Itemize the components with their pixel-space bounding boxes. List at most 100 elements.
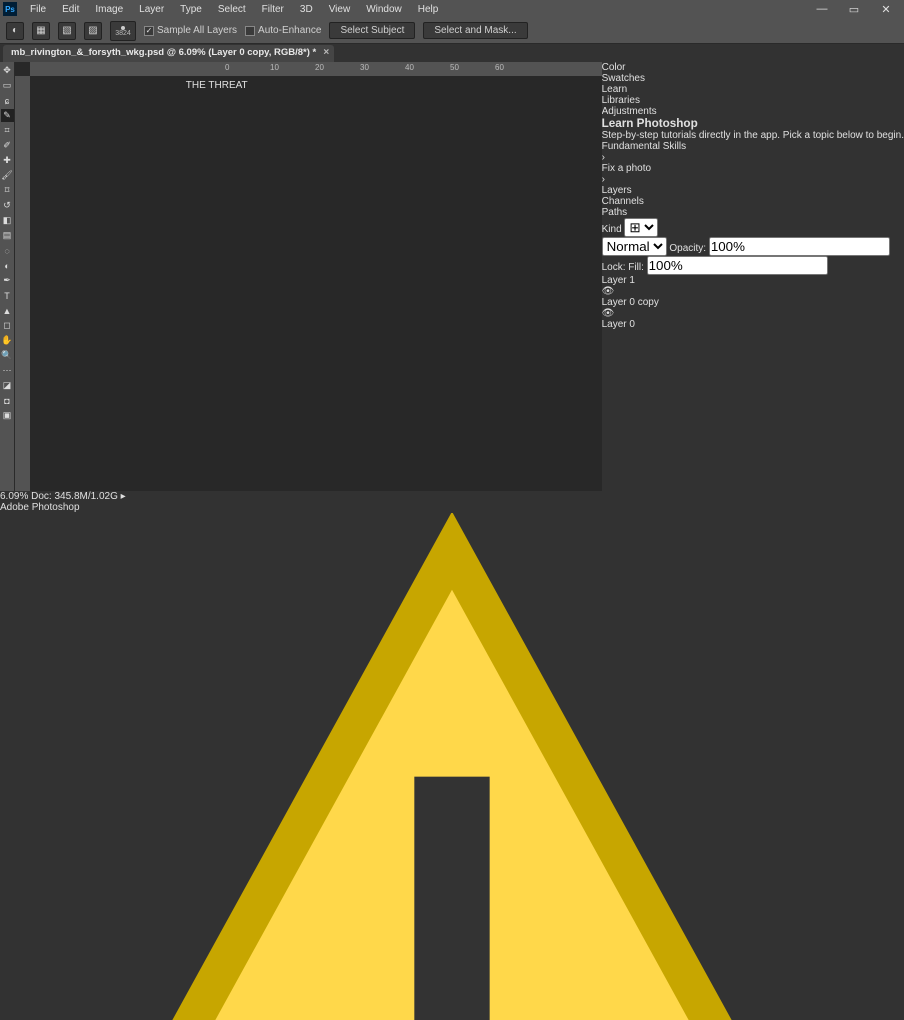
close-document-icon[interactable]: × (323, 47, 329, 58)
visibility-toggle-icon[interactable]: 👁 (602, 286, 904, 297)
select-and-mask-button[interactable]: Select and Mask... (423, 22, 527, 39)
lesson-title: Fundamental Skills (602, 141, 904, 152)
window-close-btn[interactable]: ✕ (871, 3, 901, 16)
ruler-tick: 40 (405, 63, 414, 72)
type-tool-icon[interactable]: T (1, 289, 14, 302)
tab-layers[interactable]: Layers (602, 185, 904, 196)
menu-edit[interactable]: Edit (55, 2, 86, 17)
zoom-readout[interactable]: 6.09% (0, 491, 28, 502)
tab-channels[interactable]: Channels (602, 196, 904, 207)
window-restore-btn[interactable]: ▭ (839, 3, 869, 16)
foreground-background-swatch-icon[interactable]: ◪ (1, 379, 14, 392)
visibility-toggle-icon[interactable]: 👁 (602, 308, 904, 319)
ruler-tick: 30 (360, 63, 369, 72)
layer-row[interactable]: 👁 Layer 0 copy (602, 286, 904, 308)
history-brush-tool-icon[interactable]: ↺ (1, 199, 14, 212)
brush-preset-picker[interactable]: 3824 (110, 21, 136, 41)
status-bar: 6.09% Doc: 345.8M/1.02G ▸ (0, 491, 904, 502)
opacity-label: Opacity: (669, 243, 706, 254)
path-select-tool-icon[interactable]: ▲ (1, 304, 14, 317)
rectangle-tool-icon[interactable]: ◻ (1, 319, 14, 332)
eyedropper-tool-icon[interactable]: ✐ (1, 139, 14, 152)
selection-add-icon[interactable]: ▧ (58, 22, 76, 40)
brush-tool-icon[interactable]: 🖌 (1, 169, 14, 182)
document-canvas[interactable]: THE THREAT (186, 80, 446, 484)
window-minimize-btn[interactable]: — (807, 3, 837, 15)
blur-tool-icon[interactable]: ◌ (1, 244, 14, 257)
canvas-scrollview[interactable]: THE THREAT (30, 76, 602, 491)
lesson-fundamental-skills[interactable]: Fundamental Skills › (602, 141, 904, 163)
menu-window[interactable]: Window (359, 2, 409, 17)
blend-mode-select[interactable]: Normal (602, 237, 667, 256)
ruler-tick: 20 (315, 63, 324, 72)
image-text: THE THREAT (186, 80, 446, 91)
ruler-tick: 0 (225, 63, 229, 72)
canvas-area[interactable]: 0 10 20 30 40 50 60 THE THREAT (15, 62, 602, 491)
hand-tool-icon[interactable]: ✋ (1, 334, 14, 347)
dodge-tool-icon[interactable]: ◐ (1, 259, 14, 272)
pen-tool-icon[interactable]: ✒ (1, 274, 14, 287)
edit-toolbar-icon[interactable]: ⋯ (1, 364, 14, 377)
menu-image[interactable]: Image (88, 2, 130, 17)
filter-kind-select[interactable]: ⊞ (624, 218, 658, 237)
toolbox: ✥ ▭ ɕ ✎ ⌗ ✐ ✚ 🖌 ⌑ ↺ ◧ ▤ ◌ ◐ ✒ T ▲ ◻ ✋ 🔍 … (0, 62, 15, 491)
selection-subtract-icon[interactable]: ▨ (84, 22, 102, 40)
menu-file[interactable]: File (23, 2, 53, 17)
tab-adjustments[interactable]: Adjustments (602, 106, 904, 117)
menu-type[interactable]: Type (173, 2, 209, 17)
menu-3d[interactable]: 3D (293, 2, 320, 17)
layer-list: Layer 1 👁 Layer 0 copy 👁 Layer 0 (602, 275, 904, 330)
layer-row[interactable]: Layer 1 (602, 275, 904, 286)
lesson-fix-a-photo[interactable]: Fix a photo › (602, 163, 904, 185)
fill-input[interactable] (647, 256, 828, 275)
learn-heading: Learn Photoshop (602, 117, 904, 130)
layer-name: Layer 1 (602, 275, 904, 286)
menu-view[interactable]: View (322, 2, 358, 17)
chevron-right-icon: › (602, 174, 904, 185)
tab-libraries[interactable]: Libraries (602, 95, 904, 106)
ruler-tick: 60 (495, 63, 504, 72)
auto-enhance-checkbox[interactable]: Auto-Enhance (245, 25, 321, 36)
active-tool-thumb[interactable]: ◐ (6, 22, 24, 40)
auto-enhance-label: Auto-Enhance (258, 25, 321, 36)
learn-panel: Learn Libraries Adjustments Learn Photos… (602, 84, 904, 185)
move-tool-icon[interactable]: ✥ (1, 64, 14, 77)
healing-brush-tool-icon[interactable]: ✚ (1, 154, 14, 167)
tab-paths[interactable]: Paths (602, 207, 904, 218)
layer-name: Layer 0 (602, 319, 904, 330)
tab-color[interactable]: Color (602, 62, 904, 73)
quick-mask-icon[interactable]: ◘ (1, 394, 14, 407)
gradient-tool-icon[interactable]: ▤ (1, 229, 14, 242)
zoom-tool-icon[interactable]: 🔍 (1, 349, 14, 362)
eraser-tool-icon[interactable]: ◧ (1, 214, 14, 227)
selection-new-icon[interactable]: ▦ (32, 22, 50, 40)
layer-row[interactable]: 👁 Layer 0 (602, 308, 904, 330)
tab-swatches[interactable]: Swatches (602, 73, 904, 84)
learn-subtext: Step-by-step tutorials directly in the a… (602, 130, 904, 141)
document-tab[interactable]: mb_rivington_&_forsyth_wkg.psd @ 6.09% (… (3, 45, 334, 62)
lasso-tool-icon[interactable]: ɕ (1, 94, 14, 107)
document-tab-title: mb_rivington_&_forsyth_wkg.psd @ 6.09% (… (11, 47, 316, 58)
sample-all-layers-label: Sample All Layers (157, 25, 237, 36)
opacity-input[interactable] (709, 237, 890, 256)
screen-mode-icon[interactable]: ▣ (1, 409, 14, 422)
panels-column: Color Swatches Learn Libraries Adjustmen… (602, 62, 904, 491)
marquee-tool-icon[interactable]: ▭ (1, 79, 14, 92)
ruler-tick: 50 (450, 63, 459, 72)
sample-all-layers-checkbox[interactable]: Sample All Layers (144, 25, 237, 36)
chevron-right-icon: › (602, 152, 904, 163)
select-subject-button[interactable]: Select Subject (329, 22, 415, 39)
crop-tool-icon[interactable]: ⌗ (1, 124, 14, 137)
doc-info-readout: Doc: 345.8M/1.02G (31, 491, 118, 502)
checkbox-icon (144, 26, 154, 36)
menu-help[interactable]: Help (411, 2, 446, 17)
quick-select-tool-icon[interactable]: ✎ (1, 109, 14, 122)
tab-learn[interactable]: Learn (602, 84, 904, 95)
menu-select[interactable]: Select (211, 2, 253, 17)
main-workspace: ✥ ▭ ɕ ✎ ⌗ ✐ ✚ 🖌 ⌑ ↺ ◧ ▤ ◌ ◐ ✒ T ▲ ◻ ✋ 🔍 … (0, 62, 904, 491)
clone-stamp-tool-icon[interactable]: ⌑ (1, 184, 14, 197)
menu-layer[interactable]: Layer (132, 2, 171, 17)
status-chevron-icon[interactable]: ▸ (121, 491, 126, 502)
lesson-title: Fix a photo (602, 163, 904, 174)
menu-filter[interactable]: Filter (255, 2, 291, 17)
